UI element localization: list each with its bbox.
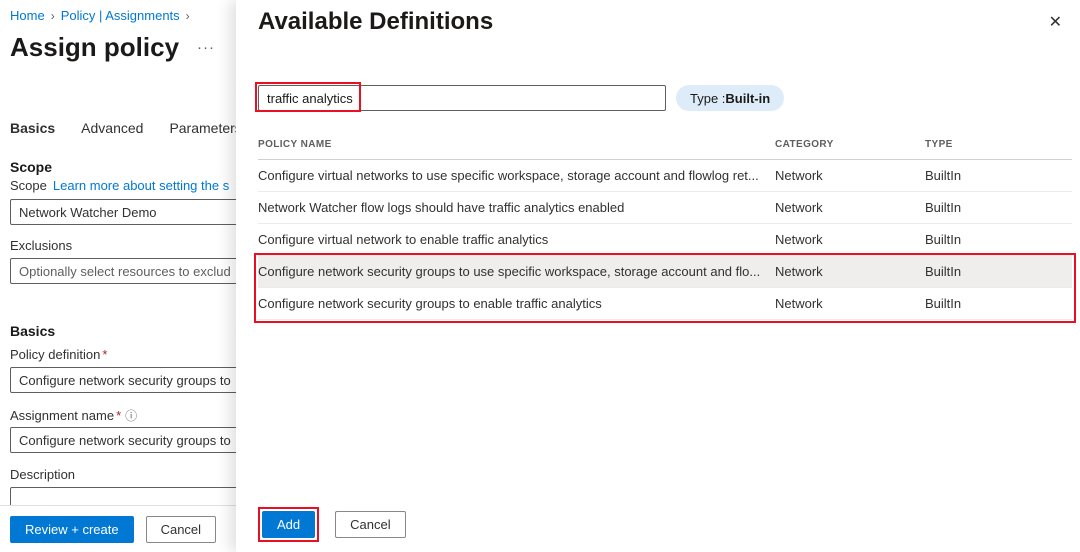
close-icon[interactable]: ✕ — [1049, 12, 1062, 32]
table-row[interactable]: Configure network security groups to ena… — [258, 288, 1072, 320]
info-icon[interactable]: ⓘ — [125, 409, 137, 423]
exclusions-label: Exclusions — [10, 238, 72, 253]
type-cell: BuiltIn — [925, 232, 1072, 247]
scope-section-heading: Scope — [10, 159, 52, 175]
column-header-category[interactable]: CATEGORY — [775, 139, 925, 150]
page-header: Assign policy ··· — [10, 32, 215, 63]
type-filter-value: Built-in — [725, 91, 770, 106]
breadcrumb-home-link[interactable]: Home — [10, 8, 45, 23]
policy-definition-label-row: Policy definition* — [10, 347, 107, 362]
column-header-type[interactable]: TYPE — [925, 139, 1072, 150]
required-marker: * — [116, 408, 121, 423]
table-body: Configure virtual networks to use specif… — [258, 160, 1072, 320]
scope-learn-more-link[interactable]: Learn more about setting the s — [53, 178, 229, 193]
type-cell: BuiltIn — [925, 168, 1072, 183]
definition-search-input[interactable] — [258, 85, 666, 111]
table-header-row: POLICY NAME CATEGORY TYPE — [258, 130, 1072, 160]
type-filter-pill[interactable]: Type : Built-in — [676, 85, 784, 111]
table-row-selected[interactable]: Configure network security groups to use… — [258, 256, 1072, 288]
add-button[interactable]: Add — [262, 511, 315, 538]
scope-label: Scope — [10, 178, 47, 193]
description-label: Description — [10, 467, 75, 482]
page-title: Assign policy — [10, 32, 179, 63]
type-cell: BuiltIn — [925, 200, 1072, 215]
column-header-policy-name[interactable]: POLICY NAME — [258, 139, 775, 150]
policy-name-cell: Configure virtual network to enable traf… — [258, 232, 775, 247]
policy-name-cell: Network Watcher flow logs should have tr… — [258, 200, 775, 215]
available-definitions-panel: Available Definitions ✕ Type : Built-in … — [236, 0, 1080, 552]
type-cell: BuiltIn — [925, 296, 1072, 311]
tab-basics[interactable]: Basics — [10, 120, 55, 136]
category-cell: Network — [775, 232, 925, 247]
breadcrumb-separator: › — [186, 9, 190, 23]
panel-cancel-button[interactable]: Cancel — [335, 511, 405, 538]
tab-bar: Basics Advanced Parameters — [10, 120, 242, 136]
table-row[interactable]: Configure virtual network to enable traf… — [258, 224, 1072, 256]
required-marker: * — [102, 347, 107, 362]
assignment-name-label-row: Assignment name* ⓘ — [10, 407, 137, 424]
breadcrumb-separator: › — [51, 9, 55, 23]
left-footer: Review + create Cancel — [0, 505, 236, 552]
basics-section-heading: Basics — [10, 323, 55, 339]
more-menu-button[interactable]: ··· — [197, 39, 215, 56]
breadcrumb-policy-assignments-link[interactable]: Policy | Assignments — [61, 8, 180, 23]
breadcrumb: Home › Policy | Assignments › — [10, 8, 190, 23]
policy-name-cell: Configure network security groups to use… — [258, 264, 775, 279]
panel-title: Available Definitions — [258, 8, 493, 36]
table-row[interactable]: Network Watcher flow logs should have tr… — [258, 192, 1072, 224]
assignment-name-label: Assignment name — [10, 408, 114, 423]
definitions-table: POLICY NAME CATEGORY TYPE Configure virt… — [258, 130, 1072, 320]
tab-advanced[interactable]: Advanced — [81, 120, 143, 136]
table-row[interactable]: Configure virtual networks to use specif… — [258, 160, 1072, 192]
tab-parameters[interactable]: Parameters — [169, 120, 241, 136]
category-cell: Network — [775, 200, 925, 215]
scope-field-label-row: Scope Learn more about setting the s — [10, 178, 229, 193]
category-cell: Network — [775, 168, 925, 183]
category-cell: Network — [775, 264, 925, 279]
left-cancel-button[interactable]: Cancel — [146, 516, 216, 543]
type-cell: BuiltIn — [925, 264, 1072, 279]
category-cell: Network — [775, 296, 925, 311]
policy-definition-label: Policy definition — [10, 347, 100, 362]
annotation-add-button: Add — [258, 507, 319, 542]
panel-footer: Add Cancel — [258, 507, 406, 542]
type-filter-prefix: Type : — [690, 91, 725, 106]
review-create-button[interactable]: Review + create — [10, 516, 134, 543]
policy-name-cell: Configure network security groups to ena… — [258, 296, 775, 311]
policy-name-cell: Configure virtual networks to use specif… — [258, 168, 775, 183]
